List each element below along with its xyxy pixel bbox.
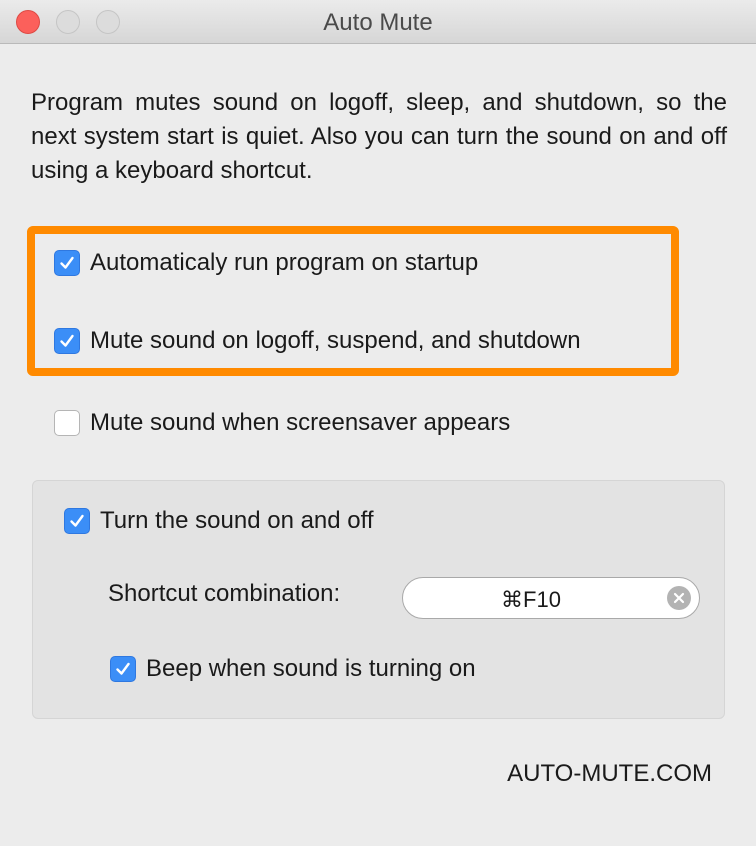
checkbox-checked-icon[interactable] <box>64 508 90 534</box>
option-label: Mute sound on logoff, suspend, and shutd… <box>90 327 581 354</box>
shortcut-value: ⌘F10 <box>501 587 561 612</box>
checkbox-checked-icon[interactable] <box>54 250 80 276</box>
option-mute-on-screensaver[interactable]: Mute sound when screensaver appears <box>54 409 510 437</box>
option-run-on-startup[interactable]: Automaticaly run program on startup <box>54 249 478 277</box>
checkbox-checked-icon[interactable] <box>110 656 136 682</box>
option-mute-on-logoff[interactable]: Mute sound on logoff, suspend, and shutd… <box>54 327 581 355</box>
website-link[interactable]: AUTO-MUTE.COM <box>507 760 712 788</box>
option-label: Turn the sound on and off <box>100 507 374 534</box>
checkbox-unchecked-icon[interactable] <box>54 410 80 436</box>
shortcut-label: Shortcut combination: <box>108 580 341 607</box>
option-label: Automaticaly run program on startup <box>90 249 479 276</box>
option-label: Mute sound when screensaver appears <box>90 409 511 436</box>
option-label: Beep when sound is turning on <box>146 655 476 682</box>
shortcut-input[interactable]: ⌘F10 <box>402 577 700 619</box>
title-bar: Auto Mute <box>0 0 756 44</box>
option-toggle-sound[interactable]: Turn the sound on and off <box>64 507 374 535</box>
description-text: Program mutes sound on logoff, sleep, an… <box>31 89 727 184</box>
option-beep[interactable]: Beep when sound is turning on <box>110 655 476 683</box>
checkbox-checked-icon[interactable] <box>54 328 80 354</box>
clear-shortcut-icon[interactable] <box>667 586 691 610</box>
window-title: Auto Mute <box>323 9 433 36</box>
